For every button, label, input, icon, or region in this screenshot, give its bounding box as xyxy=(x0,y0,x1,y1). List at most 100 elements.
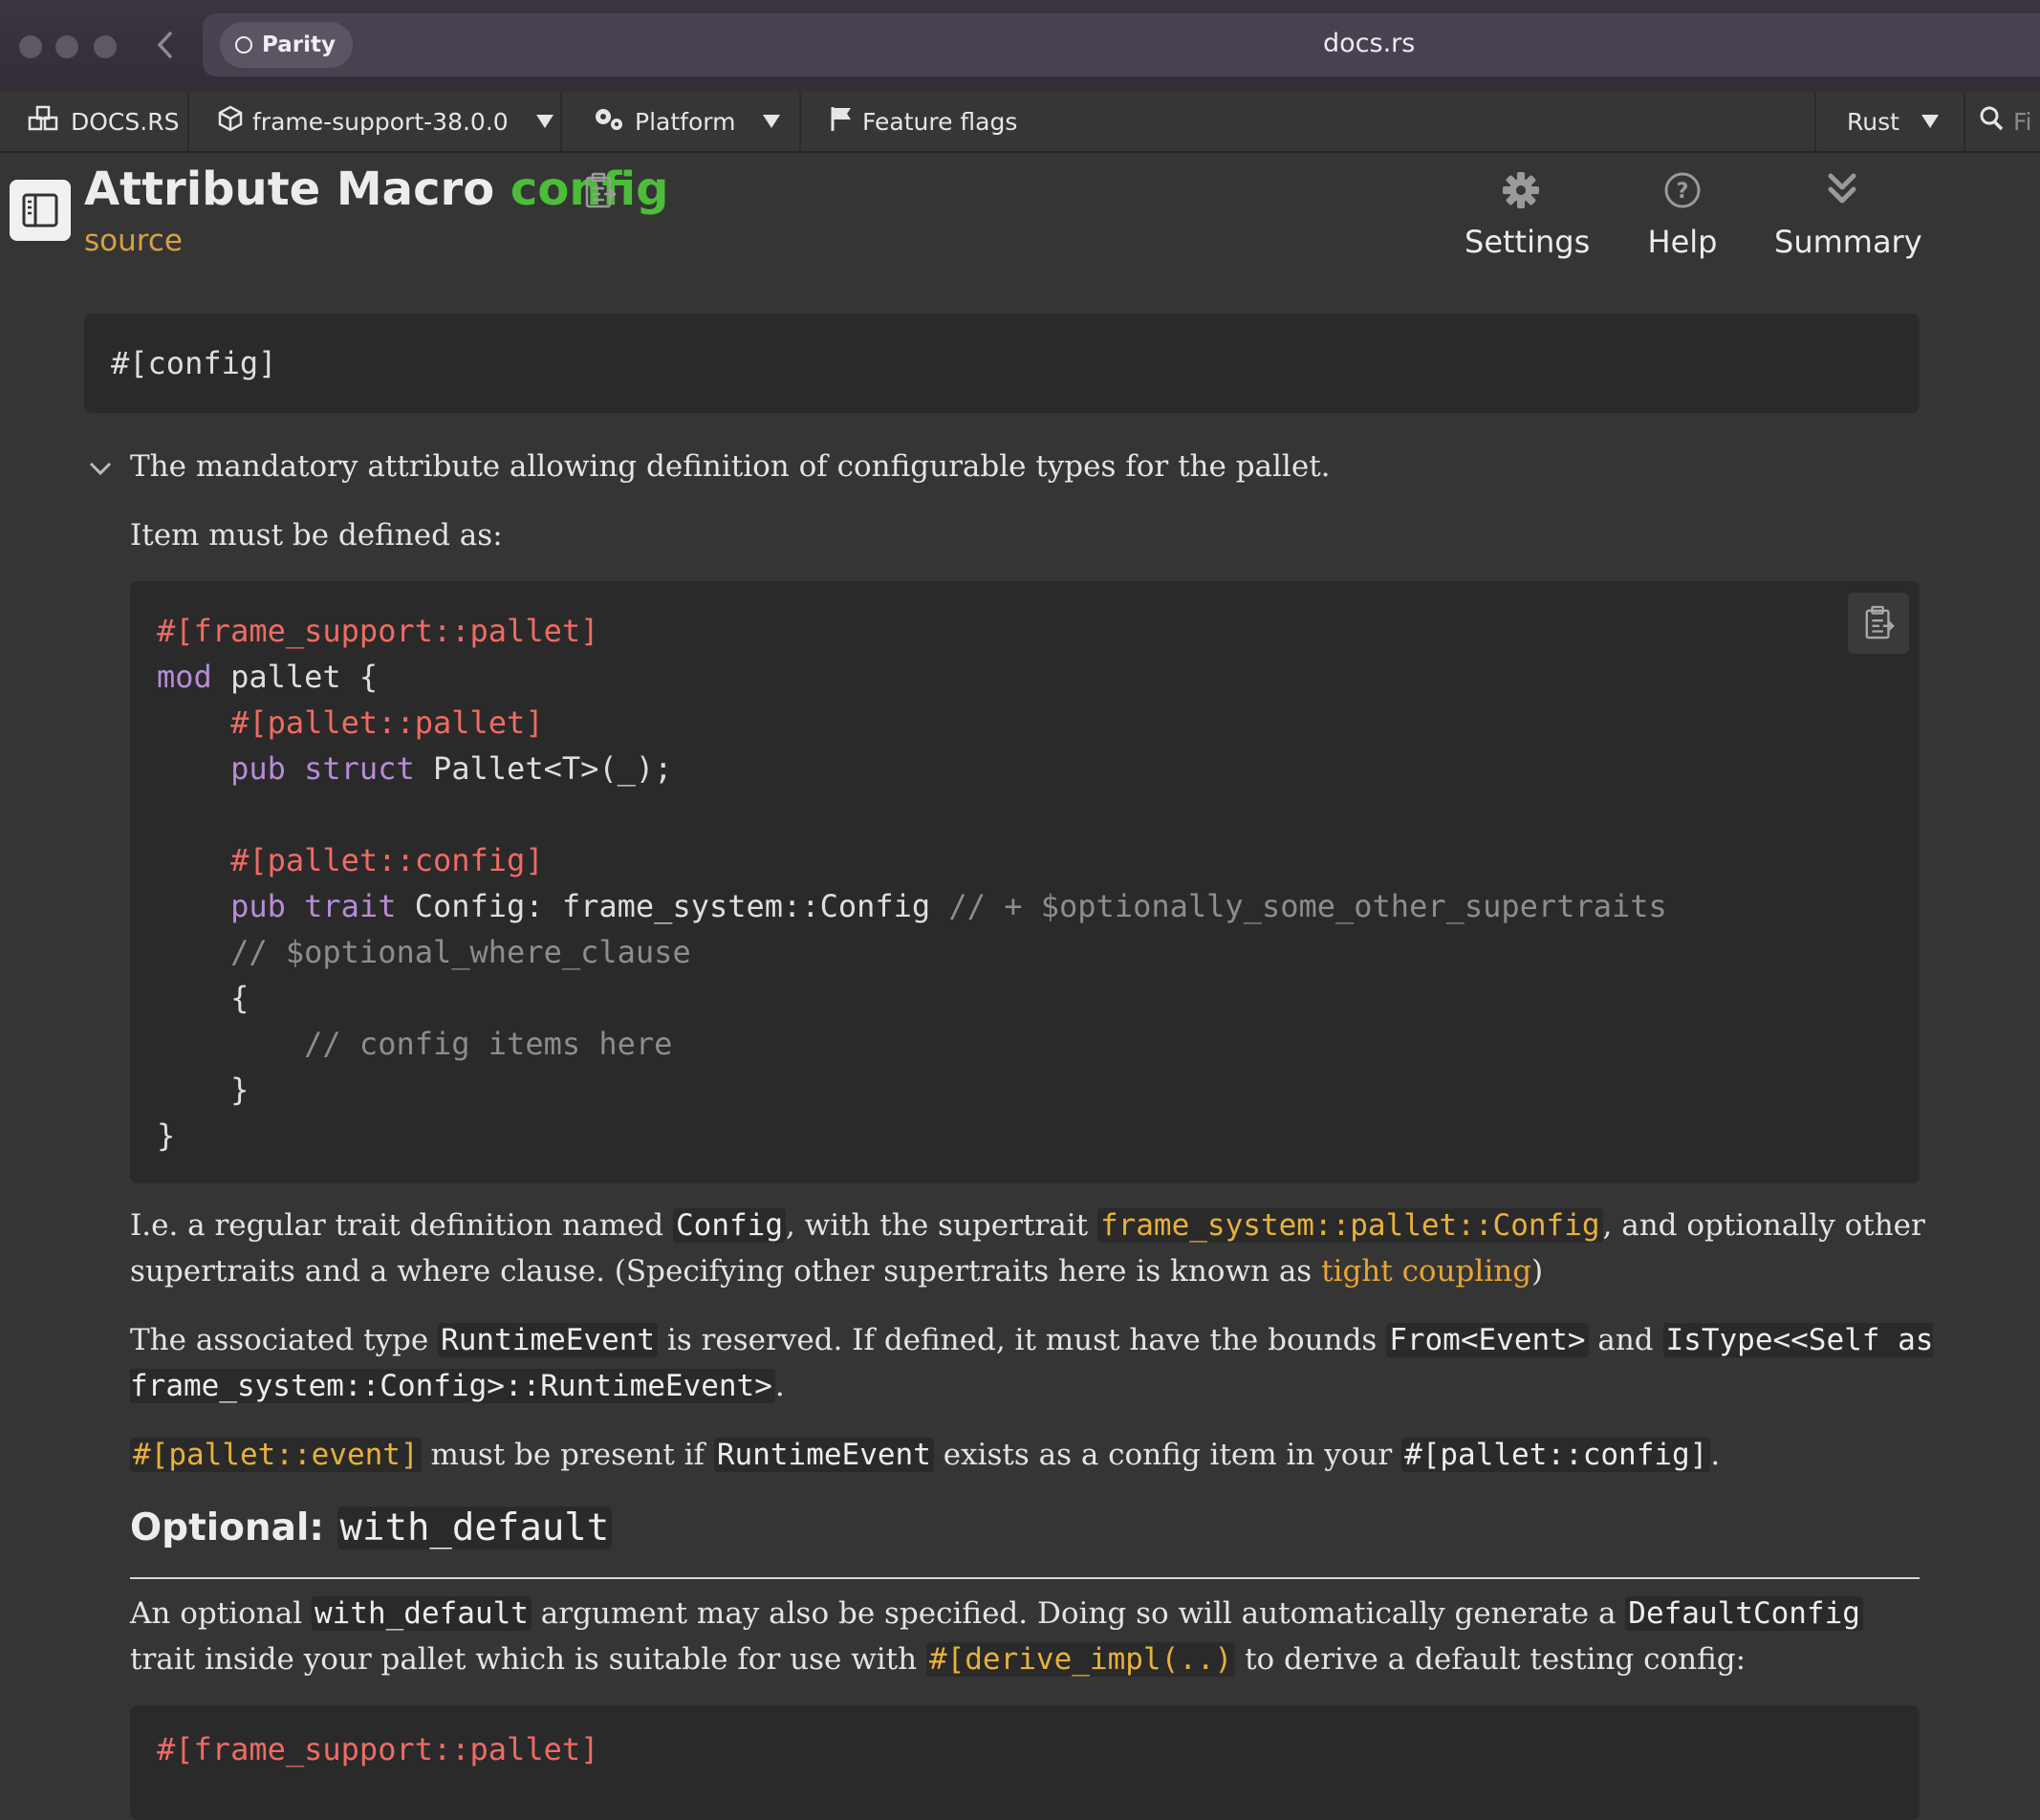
nav-divider xyxy=(799,92,801,151)
code-line: Config: frame_system::Config xyxy=(396,888,949,924)
text: . xyxy=(1710,1438,1721,1472)
paragraph-runtime-event: The associated type RuntimeEvent is rese… xyxy=(130,1317,1937,1409)
code-keyword: trait xyxy=(304,888,397,924)
sidebar-toggle-button[interactable] xyxy=(10,180,71,241)
source-link[interactable]: source xyxy=(84,224,183,258)
tight-coupling-link[interactable]: tight coupling xyxy=(1321,1254,1531,1289)
collapse-toggle-icon[interactable] xyxy=(88,461,113,482)
smiley-icon xyxy=(235,36,252,54)
tab-group-label: Parity xyxy=(262,32,336,57)
cube-icon xyxy=(218,105,243,138)
feature-flags-link[interactable]: Feature flags xyxy=(830,92,1017,151)
gears-icon xyxy=(593,105,625,138)
caret-down-icon xyxy=(762,108,781,136)
settings-button[interactable]: Settings xyxy=(1465,170,1590,260)
search-placeholder: Fi xyxy=(2013,107,2032,136)
platform-dropdown[interactable]: Platform xyxy=(593,92,781,151)
tab-group-pill[interactable]: Parity xyxy=(220,22,353,68)
inline-code: RuntimeEvent xyxy=(438,1323,659,1357)
browser-titlebar: Parity docs.rs xyxy=(0,0,2040,93)
crate-dropdown[interactable]: frame-support-38.0.0 xyxy=(218,92,554,151)
back-icon[interactable] xyxy=(155,29,176,65)
code-keyword: struct xyxy=(304,750,415,787)
paragraph-supertrait: I.e. a regular trait definition named Co… xyxy=(130,1202,1937,1294)
code-comment: // $optional_where_clause xyxy=(230,934,691,970)
code-line: Pallet<T>(_); xyxy=(414,750,673,787)
text: ) xyxy=(1531,1254,1544,1289)
docsrs-nav: DOCS.RS frame-support-38.0.0 Platform Fe… xyxy=(0,92,2040,153)
svg-text:?: ? xyxy=(1677,180,1689,204)
text: to derive a default testing config: xyxy=(1235,1642,1747,1677)
inline-code: From<Event> xyxy=(1386,1323,1589,1357)
paragraph-with-default: An optional with_default argument may al… xyxy=(130,1591,1937,1682)
code-keyword: mod xyxy=(157,659,212,695)
nav-divider xyxy=(1964,92,1965,151)
signature-code: #[config] xyxy=(111,345,277,381)
zoom-window-button[interactable] xyxy=(94,35,117,58)
close-window-button[interactable] xyxy=(19,35,42,58)
gear-icon xyxy=(1465,170,1577,214)
flag-icon xyxy=(830,105,853,138)
item-kind: Attribute Macro xyxy=(84,162,495,216)
platform-label: Platform xyxy=(635,107,736,136)
text: must be present if xyxy=(421,1438,714,1472)
text: An optional xyxy=(130,1596,312,1631)
inline-code: DefaultConfig xyxy=(1625,1596,1863,1631)
search-box[interactable]: Fi xyxy=(1979,92,2032,151)
rust-dropdown[interactable]: Rust xyxy=(1847,92,1940,151)
page-title: Attribute Macro config xyxy=(84,162,668,216)
rust-label: Rust xyxy=(1847,107,1899,136)
feature-flags-label: Feature flags xyxy=(862,107,1018,136)
cubes-logo-icon xyxy=(27,104,61,139)
text: . xyxy=(774,1369,785,1403)
heading-code: with_default xyxy=(336,1506,613,1549)
heading-label: Optional: xyxy=(130,1506,324,1549)
docsrs-logo-text: DOCS.RS xyxy=(71,107,180,136)
inline-code: Config xyxy=(673,1208,786,1243)
section-heading-with-default[interactable]: Optional: with_default xyxy=(130,1506,613,1549)
code-line: #[frame_support::pallet] xyxy=(157,1731,599,1767)
help-button[interactable]: ? Help xyxy=(1642,170,1723,260)
code-line: #[pallet::config] xyxy=(230,842,544,878)
help-label: Help xyxy=(1647,224,1718,260)
minimize-window-button[interactable] xyxy=(55,35,78,58)
help-icon: ? xyxy=(1642,170,1723,214)
caret-down-icon xyxy=(1921,108,1940,136)
text: and xyxy=(1588,1323,1663,1357)
code-line: pallet { xyxy=(211,659,379,695)
text: exists as a config item in your xyxy=(933,1438,1402,1472)
text: is reserved. If defined, it must have th… xyxy=(658,1323,1387,1357)
code-example: #[frame_support::pallet] mod pallet { #[… xyxy=(130,581,1920,1183)
clipboard-icon xyxy=(1863,604,1896,646)
double-chevron-down-icon xyxy=(1774,170,1910,214)
copy-code-button[interactable] xyxy=(1848,593,1909,654)
signature-block: #[config] xyxy=(84,314,1920,413)
url-text: docs.rs xyxy=(1323,29,1416,58)
summary-label: Summary xyxy=(1774,224,1922,260)
inline-code-link[interactable]: frame_system::pallet::Config xyxy=(1096,1208,1603,1243)
code-comment: // config items here xyxy=(304,1026,673,1062)
code-lines: #[frame_support::pallet] xyxy=(157,1726,598,1772)
nav-divider xyxy=(560,92,562,151)
code-line: } xyxy=(157,1117,176,1154)
code-line: #[frame_support::pallet] xyxy=(157,613,599,649)
summary-text: The mandatory attribute allowing definit… xyxy=(130,449,1331,484)
copy-path-icon[interactable] xyxy=(583,172,618,214)
code-line: { xyxy=(230,980,250,1016)
nav-divider xyxy=(187,92,189,151)
text: , with the supertrait xyxy=(786,1208,1097,1243)
address-bar[interactable]: Parity docs.rs xyxy=(203,13,2040,76)
code-line: } xyxy=(230,1072,250,1108)
code-keyword: pub xyxy=(230,888,286,924)
text: I.e. a regular trait definition named xyxy=(130,1208,674,1243)
heading-divider xyxy=(130,1577,1920,1579)
settings-label: Settings xyxy=(1465,224,1591,260)
inline-code-link[interactable]: #[pallet::event] xyxy=(130,1438,422,1472)
code-comment: // + $optionally_some_other_supertraits xyxy=(948,888,1667,924)
docsrs-home-link[interactable]: DOCS.RS xyxy=(27,92,179,151)
summary-button[interactable]: Summary xyxy=(1774,170,1922,260)
inline-code-link[interactable]: #[derive_impl(..) xyxy=(925,1642,1236,1677)
text: argument may also be specified. Doing so… xyxy=(531,1596,1626,1631)
crate-name: frame-support-38.0.0 xyxy=(252,107,509,136)
sidebar-icon xyxy=(21,191,59,233)
